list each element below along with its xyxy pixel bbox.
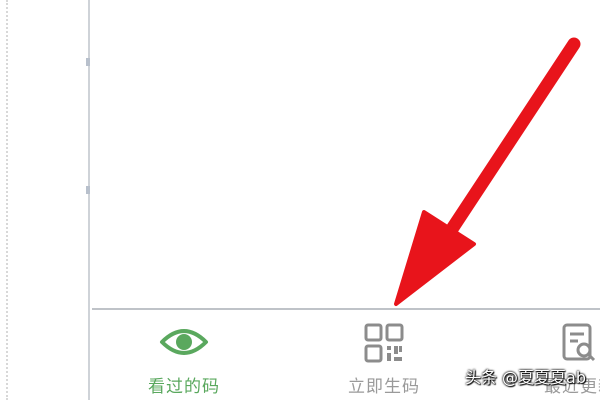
gutter-tick (86, 186, 90, 194)
dotted-border (6, 0, 8, 400)
gutter-tick (86, 58, 90, 66)
tab-generate-code[interactable]: 立即生码 (294, 310, 474, 400)
qr-code-icon (363, 322, 405, 368)
eye-icon (159, 322, 209, 366)
tab-label: 立即生码 (348, 377, 420, 397)
tab-seen-codes[interactable]: 看过的码 (94, 310, 274, 400)
document-search-icon (560, 322, 600, 370)
main-content-area (92, 0, 600, 308)
tab-label: 看过的码 (148, 377, 220, 397)
watermark-text: 头条 @夏夏夏ab (464, 368, 586, 387)
left-panel-edge (0, 0, 90, 400)
